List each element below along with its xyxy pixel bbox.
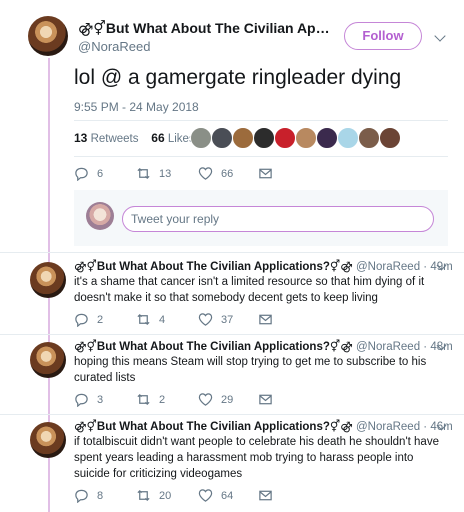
- reply-icon: [75, 489, 88, 503]
- engagement-stats: 13 Retweets 66 Likes: [74, 131, 195, 145]
- avatar[interactable]: [379, 127, 401, 149]
- reply-button[interactable]: 8: [74, 488, 103, 503]
- reply-tweet[interactable]: ⚣⚥But What About The Civilian Applicatio…: [0, 414, 464, 512]
- avatar[interactable]: [190, 127, 212, 149]
- avatar: [86, 202, 114, 230]
- envelope-icon: [259, 490, 272, 501]
- reply-tweet[interactable]: ⚣⚥But What About The Civilian Applicatio…: [0, 254, 464, 334]
- avatar[interactable]: [211, 127, 233, 149]
- retweet-icon: [137, 393, 150, 406]
- handle[interactable]: @NoraReed: [356, 421, 420, 433]
- like-button[interactable]: 64: [198, 488, 233, 503]
- tweet-text: hoping this means Steam will stop trying…: [74, 356, 427, 384]
- avatar[interactable]: [274, 127, 296, 149]
- avatar[interactable]: [28, 16, 68, 56]
- handle[interactable]: @NoraReed: [356, 341, 420, 353]
- envelope-icon: [259, 168, 272, 179]
- display-name[interactable]: ⚣⚥But What About The Civilian Applicatio…: [74, 261, 353, 273]
- reply-icon: [75, 313, 88, 327]
- tweet-actions: 3 2 29: [74, 392, 374, 412]
- heart-icon: [198, 489, 213, 502]
- like-button[interactable]: 66: [198, 166, 233, 181]
- tweet-actions: 8 20 64: [74, 488, 374, 508]
- avatar[interactable]: [232, 127, 254, 149]
- tweet-text: lol @ a gamergate ringleader dying: [74, 66, 402, 89]
- avatar[interactable]: [295, 127, 317, 149]
- retweets-stat[interactable]: 13 Retweets: [74, 131, 139, 145]
- display-name[interactable]: ⚣⚥But What About The Civilian Applicatio…: [78, 20, 336, 37]
- retweet-icon: [137, 167, 150, 180]
- heart-icon: [198, 313, 213, 326]
- avatar[interactable]: [358, 127, 380, 149]
- avatar[interactable]: [30, 262, 66, 298]
- retweet-icon: [137, 489, 150, 502]
- follow-button[interactable]: Follow: [344, 22, 422, 50]
- reply-header: ⚣⚥But What About The Civilian Applicatio…: [74, 259, 453, 273]
- heart-icon: [198, 167, 213, 180]
- message-button[interactable]: [258, 488, 281, 503]
- like-button[interactable]: 29: [198, 392, 233, 407]
- avatar[interactable]: [253, 127, 275, 149]
- envelope-icon: [259, 394, 272, 405]
- likes-stat[interactable]: 66 Likes: [151, 131, 194, 145]
- avatar[interactable]: [316, 127, 338, 149]
- handle[interactable]: @NoraReed: [356, 261, 420, 273]
- main-tweet: ⚣⚥But What About The Civilian Applicatio…: [0, 0, 464, 252]
- message-button[interactable]: [258, 312, 281, 327]
- display-name[interactable]: ⚣⚥But What About The Civilian Applicatio…: [74, 341, 353, 353]
- reply-input[interactable]: Tweet your reply: [122, 206, 434, 232]
- retweet-button[interactable]: 2: [136, 392, 165, 407]
- heart-icon: [198, 393, 213, 406]
- handle[interactable]: @NoraReed: [78, 39, 150, 54]
- divider: [74, 120, 448, 121]
- retweet-button[interactable]: 4: [136, 312, 165, 327]
- message-button[interactable]: [258, 166, 281, 181]
- tweet-text: it's a shame that cancer isn't a limited…: [74, 276, 425, 304]
- reply-button[interactable]: 6: [74, 166, 103, 181]
- tweet-actions: 6 13 66: [74, 166, 374, 186]
- display-name[interactable]: ⚣⚥But What About The Civilian Applicatio…: [74, 421, 353, 433]
- avatar[interactable]: [30, 422, 66, 458]
- avatar[interactable]: [337, 127, 359, 149]
- reply-icon: [75, 167, 88, 181]
- reply-icon: [75, 393, 88, 407]
- tweet-actions: 2 4 37: [74, 312, 374, 332]
- envelope-icon: [259, 314, 272, 325]
- tweet-timestamp[interactable]: 9:55 PM - 24 May 2018: [74, 100, 199, 114]
- like-button[interactable]: 37: [198, 312, 233, 327]
- avatar[interactable]: [30, 342, 66, 378]
- message-button[interactable]: [258, 392, 281, 407]
- reply-tweet[interactable]: ⚣⚥But What About The Civilian Applicatio…: [0, 334, 464, 414]
- retweet-icon: [137, 313, 150, 326]
- reply-header: ⚣⚥But What About The Civilian Applicatio…: [74, 339, 453, 353]
- reply-button[interactable]: 2: [74, 312, 103, 327]
- divider: [0, 252, 464, 253]
- reply-header: ⚣⚥But What About The Civilian Applicatio…: [74, 419, 453, 433]
- divider: [74, 156, 448, 157]
- chevron-down-icon[interactable]: [434, 30, 446, 42]
- reply-composer: Tweet your reply: [74, 190, 448, 246]
- retweet-button[interactable]: 20: [136, 488, 171, 503]
- reply-button[interactable]: 3: [74, 392, 103, 407]
- retweet-button[interactable]: 13: [136, 166, 171, 181]
- tweet-text: if totalbiscuit didn't want people to ce…: [74, 436, 439, 480]
